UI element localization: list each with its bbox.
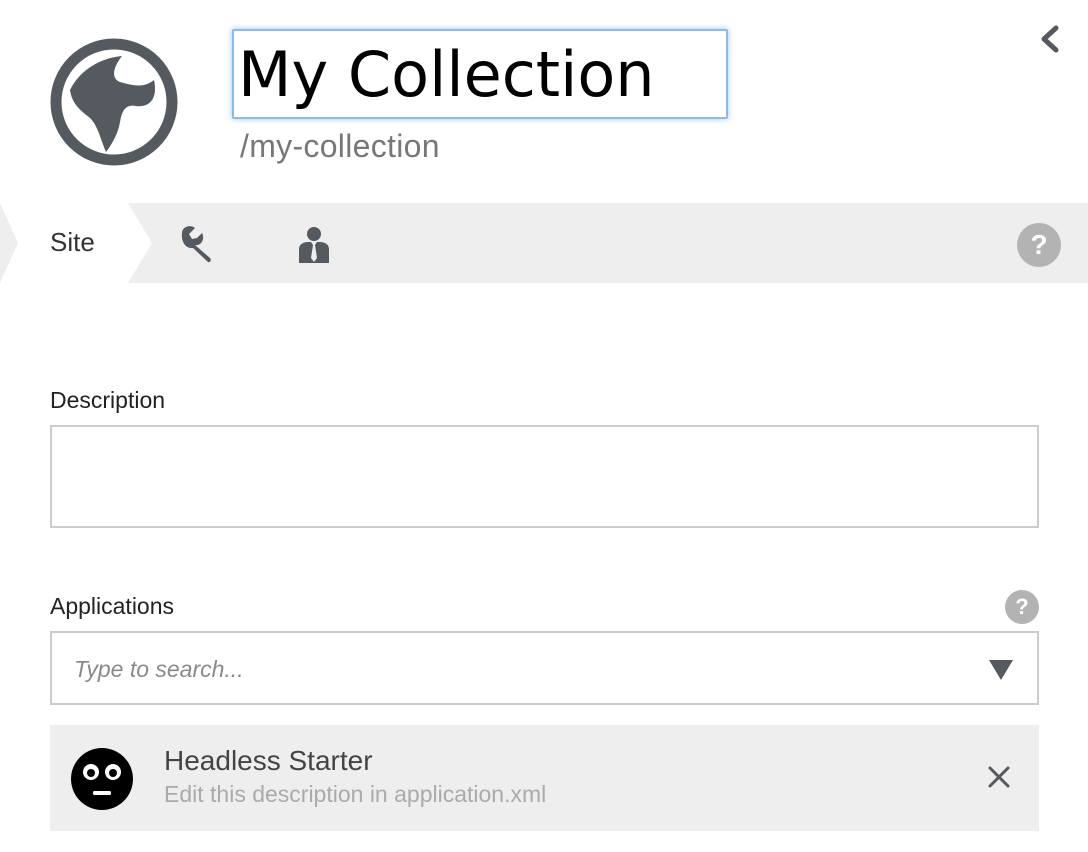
application-description: Edit this description in application.xml [164,781,547,807]
person-icon[interactable] [296,225,336,265]
applications-help-icon[interactable]: ? [1005,590,1039,624]
application-item: Headless Starter Edit this description i… [50,725,1039,831]
tab-bar: Site ? [0,203,1088,283]
applications-label: Applications [50,593,175,619]
globe-icon [50,38,178,166]
description-field[interactable] [50,425,1039,528]
tab-site-label: Site [50,227,95,257]
wrench-icon[interactable] [176,225,216,265]
tab-site[interactable]: Site [0,203,152,283]
applications-search-input[interactable] [74,651,954,687]
site-name-input[interactable] [232,29,728,119]
description-label: Description [50,387,166,413]
face-icon [70,747,134,811]
applications-search-combobox[interactable] [50,631,1039,705]
chevron-left-icon[interactable] [1034,22,1066,56]
close-icon[interactable] [985,763,1013,791]
application-name: Headless Starter [164,745,373,776]
triangle-down-icon[interactable] [988,659,1014,686]
site-settings-page: /my-collection Site ? Descr [0,0,1088,852]
tab-help-icon[interactable]: ? [1017,223,1061,267]
site-path: /my-collection [240,128,440,164]
